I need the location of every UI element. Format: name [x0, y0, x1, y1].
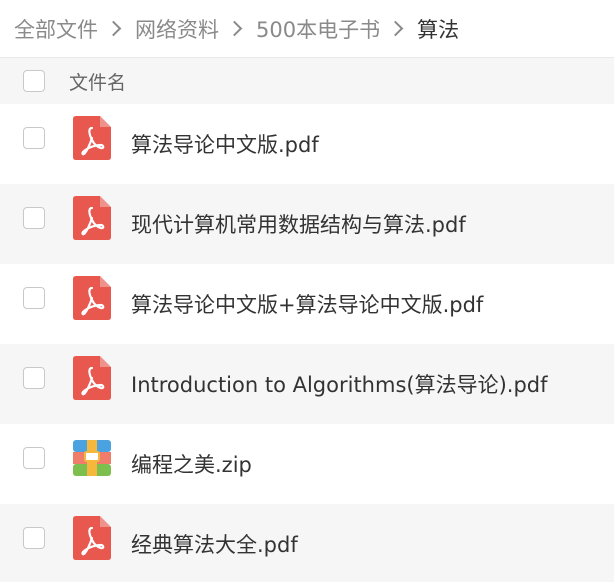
chevron-right-icon: [387, 20, 404, 37]
select-all-checkbox[interactable]: [23, 70, 45, 92]
breadcrumb-item-all-files[interactable]: 全部文件: [14, 14, 98, 44]
row-checkbox[interactable]: [23, 287, 45, 309]
file-row[interactable]: 算法导论中文版.pdf: [0, 104, 614, 184]
row-checkbox[interactable]: [23, 367, 45, 389]
breadcrumb-item-network[interactable]: 网络资料: [135, 14, 219, 44]
file-name[interactable]: 经典算法大全.pdf: [131, 529, 298, 559]
file-row[interactable]: 算法导论中文版+算法导论中文版.pdf: [0, 264, 614, 344]
file-row[interactable]: 现代计算机常用数据结构与算法.pdf: [0, 184, 614, 264]
file-list-header: 文件名: [0, 58, 614, 104]
file-row[interactable]: 编程之美.zip: [0, 424, 614, 504]
file-name[interactable]: 算法导论中文版+算法导论中文版.pdf: [131, 289, 483, 319]
pdf-icon: [73, 196, 111, 240]
file-name[interactable]: 编程之美.zip: [131, 449, 252, 479]
file-name[interactable]: Introduction to Algorithms(算法导论).pdf: [131, 369, 548, 399]
zip-icon: [73, 436, 111, 480]
pdf-icon: [73, 356, 111, 400]
row-checkbox[interactable]: [23, 447, 45, 469]
file-name[interactable]: 算法导论中文版.pdf: [131, 129, 319, 159]
breadcrumb-current: 算法: [417, 17, 460, 42]
file-name[interactable]: 现代计算机常用数据结构与算法.pdf: [131, 209, 466, 239]
pdf-icon: [73, 516, 111, 560]
pdf-icon: [73, 276, 111, 320]
file-list: 算法导论中文版.pdf 现代计算机常用数据结构与算法.pdf 算法导论中文版+算法导…: [0, 104, 614, 582]
breadcrumb: 全部文件 网络资料 500本电子书 算法: [0, 0, 614, 58]
chevron-right-icon: [105, 20, 122, 37]
breadcrumb-item-ebooks[interactable]: 500本电子书: [256, 14, 380, 44]
chevron-right-icon: [226, 20, 243, 37]
column-header-filename[interactable]: 文件名: [69, 68, 126, 95]
row-checkbox[interactable]: [23, 527, 45, 549]
pdf-icon: [73, 116, 111, 160]
row-checkbox[interactable]: [23, 127, 45, 149]
row-checkbox[interactable]: [23, 207, 45, 229]
file-row[interactable]: 经典算法大全.pdf: [0, 504, 614, 582]
file-row[interactable]: Introduction to Algorithms(算法导论).pdf: [0, 344, 614, 424]
